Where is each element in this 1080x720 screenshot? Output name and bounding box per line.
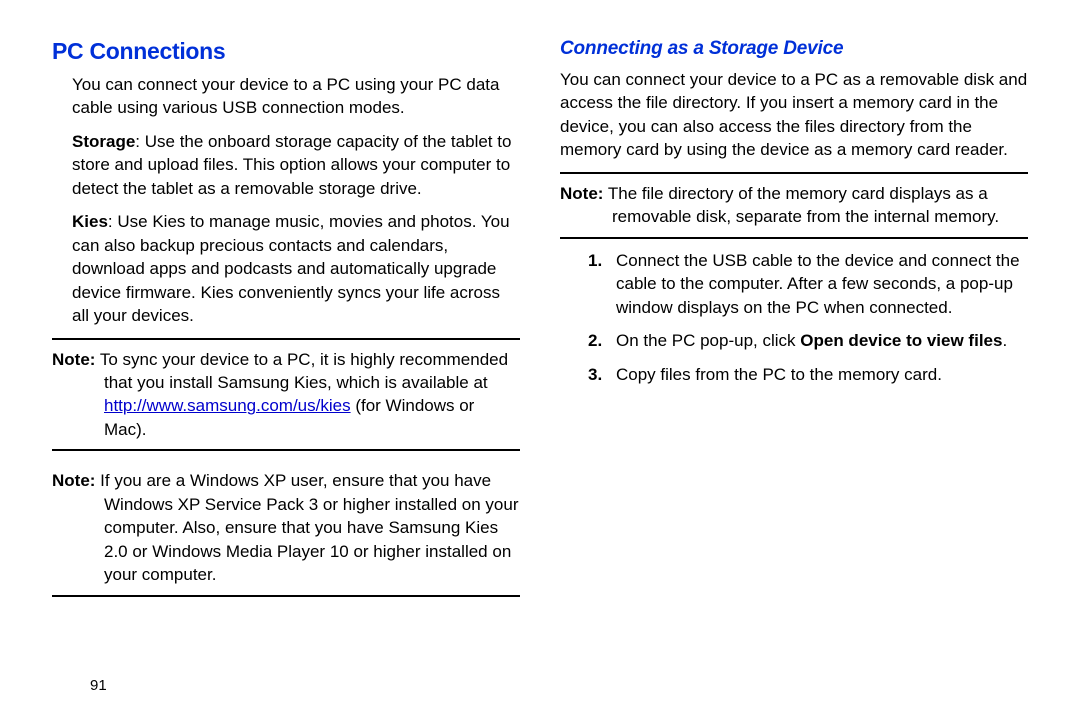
note-memory-card-text: Note: The file directory of the memory c… — [560, 182, 1028, 229]
step2-text-a: On the PC pop-up, click — [616, 331, 800, 350]
step-2: On the PC pop-up, click Open device to v… — [588, 329, 1028, 352]
note-block-kies: Note: To sync your device to a PC, it is… — [52, 338, 520, 452]
note-xp-text: Note: If you are a Windows XP user, ensu… — [52, 469, 520, 586]
steps-list: Connect the USB cable to the device and … — [588, 249, 1028, 386]
storage-paragraph: Storage: Use the onboard storage capacit… — [72, 130, 520, 200]
note-kies-text: Note: To sync your device to a PC, it is… — [52, 348, 520, 442]
kies-paragraph: Kies: Use Kies to manage music, movies a… — [72, 210, 520, 327]
note2-text: If you are a Windows XP user, ensure tha… — [95, 471, 518, 584]
kies-link[interactable]: http://www.samsung.com/us/kies — [104, 396, 351, 415]
note-right-text: The file directory of the memory card di… — [603, 184, 999, 226]
kies-label: Kies — [72, 212, 108, 231]
left-column: PC Connections You can connect your devi… — [52, 38, 520, 603]
note-block-memory-card: Note: The file directory of the memory c… — [560, 172, 1028, 239]
step2-bold: Open device to view files — [800, 331, 1002, 350]
right-column: Connecting as a Storage Device You can c… — [560, 38, 1028, 603]
storage-text: : Use the onboard storage capacity of th… — [72, 132, 511, 198]
step2-text-b: . — [1002, 331, 1007, 350]
step-3: Copy files from the PC to the memory car… — [588, 363, 1028, 386]
section-heading-pc-connections: PC Connections — [52, 38, 520, 65]
note-label: Note: — [52, 350, 95, 369]
two-column-layout: PC Connections You can connect your devi… — [52, 38, 1028, 603]
storage-label: Storage — [72, 132, 135, 151]
note1-text-a: To sync your device to a PC, it is highl… — [95, 350, 508, 392]
note-label: Note: — [52, 471, 95, 490]
right-intro-paragraph: You can connect your device to a PC as a… — [560, 68, 1028, 162]
step-1: Connect the USB cable to the device and … — [588, 249, 1028, 319]
subheading-storage-device: Connecting as a Storage Device — [560, 38, 1028, 60]
note-block-xp: Note: If you are a Windows XP user, ensu… — [52, 461, 520, 596]
intro-paragraph: You can connect your device to a PC usin… — [72, 73, 520, 120]
kies-text: : Use Kies to manage music, movies and p… — [72, 212, 510, 325]
page-number: 91 — [90, 677, 107, 694]
note-label: Note: — [560, 184, 603, 203]
